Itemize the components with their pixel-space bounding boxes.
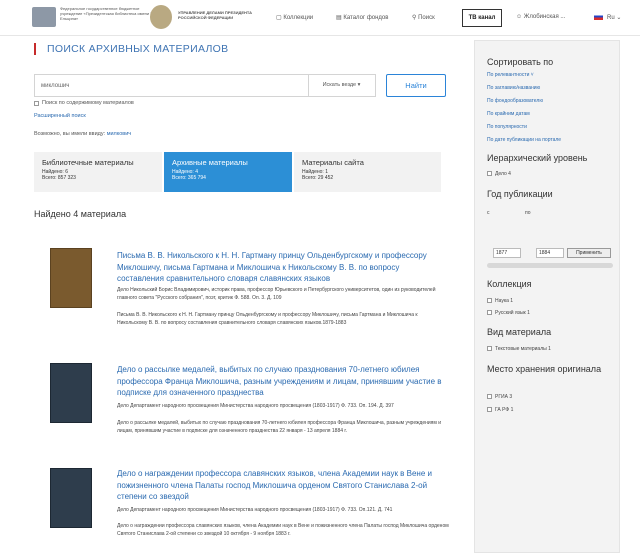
year-heading: Год публикации: [487, 189, 553, 199]
hierarchy-heading: Иерархический уровень: [487, 153, 588, 163]
result-meta: Дело Департамент народного просвещения М…: [117, 507, 393, 513]
search-input[interactable]: миклошич: [34, 74, 309, 97]
language-selector[interactable]: Ru ⌄: [607, 14, 621, 21]
result-description: Дело о рассылке медалей, выбитых по случ…: [117, 420, 441, 434]
nav-catalog[interactable]: ▤ Каталог фондов: [336, 14, 388, 21]
result-description: Письма В. В. Никольского к Н. Н. Гартман…: [117, 312, 418, 326]
result-description: Дело о награждении профессора славянских…: [117, 523, 449, 537]
suggestion-link[interactable]: милкович: [107, 131, 131, 137]
apply-year-button[interactable]: Применить: [567, 248, 611, 258]
checkbox[interactable]: [487, 171, 492, 176]
year-to-label: по: [525, 210, 531, 216]
admin-name: УПРАВЛЕНИЕ ДЕЛАМИ ПРЕЗИДЕНТА РОССИЙСКОЙ …: [178, 10, 252, 20]
checkbox[interactable]: [487, 310, 492, 315]
result-meta: Дело Департамент народного просвещения М…: [117, 403, 394, 409]
nav-collections[interactable]: ▢ Коллекции: [276, 14, 313, 21]
year-from-input[interactable]: 1877: [493, 248, 521, 258]
storage-heading: Место хранения оригинала: [487, 364, 602, 374]
collection-filter-item[interactable]: Русский язык 1: [487, 310, 530, 316]
sort-fund-creator[interactable]: По фондообразователю: [487, 98, 543, 104]
collection-filter-item[interactable]: Наука 1: [487, 298, 513, 304]
filter-sidebar: Сортировать по По релевантности ˅ По заг…: [474, 40, 620, 553]
material-type-heading: Вид материала: [487, 327, 552, 337]
storage-filter-item[interactable]: РГИА 3: [487, 394, 512, 400]
result-title[interactable]: Дело о рассылке медалей, выбитых по случ…: [117, 364, 447, 399]
checkbox[interactable]: [487, 298, 492, 303]
checkbox[interactable]: [487, 394, 492, 399]
nav-search[interactable]: ⚲ Поиск: [412, 14, 435, 21]
tab-library-total: Всего: 857 323: [42, 175, 76, 181]
advanced-search-link[interactable]: Расширенный поиск: [34, 113, 86, 119]
year-to-input[interactable]: 1884: [536, 248, 564, 258]
tab-site[interactable]: Материалы сайта Найдено: 1 Всего: 29 452: [294, 152, 441, 192]
top-bar: Федеральное государственное бюджетное уч…: [0, 0, 640, 36]
collection-heading: Коллекция: [487, 279, 532, 289]
sort-dates[interactable]: По крайним датам: [487, 111, 530, 117]
library-logo[interactable]: [32, 7, 56, 27]
tab-archive-label: Архивные материалы: [172, 158, 248, 167]
sort-title[interactable]: По заглавию/названию: [487, 85, 540, 91]
tab-archive[interactable]: Архивные материалы Найдено: 4 Всего: 365…: [164, 152, 292, 192]
sort-relevance[interactable]: По релевантности ˅: [487, 72, 534, 78]
sort-popularity[interactable]: По популярности: [487, 124, 527, 130]
result-thumbnail[interactable]: [50, 248, 92, 308]
result-thumbnail[interactable]: [50, 468, 92, 528]
result-title[interactable]: Дело о награждении профессора славянских…: [117, 468, 447, 503]
tab-library[interactable]: Библиотечные материалы Найдено: 6 Всего:…: [34, 152, 162, 192]
ru-flag-icon[interactable]: [594, 13, 603, 20]
result-meta: Дело Никольский Борис Владимирович, исто…: [117, 287, 436, 301]
year-range-slider[interactable]: [487, 263, 613, 268]
tab-library-label: Библиотечные материалы: [42, 158, 134, 167]
result-title[interactable]: Письма В. В. Никольского к Н. Н. Гартман…: [117, 250, 447, 285]
tab-archive-total: Всего: 365 794: [172, 175, 206, 181]
year-from-label: с: [487, 210, 490, 216]
hierarchy-filter-item[interactable]: Дело 4: [487, 171, 511, 177]
tv-channel-button[interactable]: ТВ канал: [462, 9, 502, 27]
tab-site-label: Материалы сайта: [302, 158, 364, 167]
sort-heading: Сортировать по: [487, 57, 554, 67]
content-search-checkbox[interactable]: [34, 101, 39, 106]
material-type-filter-item[interactable]: Текстовые материалы 1: [487, 346, 551, 352]
checkbox[interactable]: [487, 407, 492, 412]
find-button[interactable]: Найти: [386, 74, 446, 97]
suggestion: Возможно, вы имели ввиду: милкович: [34, 131, 132, 137]
user-menu[interactable]: ☺ Жлобинская ...: [516, 14, 565, 20]
sort-publish-date[interactable]: По дате публикации на портале: [487, 137, 561, 143]
page-title: ПОИСК АРХИВНЫХ МАТЕРИАЛОВ: [47, 43, 229, 55]
tab-site-total: Всего: 29 452: [302, 175, 334, 181]
checkbox[interactable]: [487, 346, 492, 351]
result-thumbnail[interactable]: [50, 363, 92, 423]
content-search-label: Поиск по содержимому материалов: [42, 100, 134, 106]
result-tabs: Библиотечные материалы Найдено: 6 Всего:…: [34, 152, 441, 192]
title-accent: [34, 43, 36, 55]
storage-filter-item[interactable]: ГА РФ 1: [487, 407, 513, 413]
emblem-logo[interactable]: [150, 5, 172, 29]
results-count: Найдено 4 материала: [34, 209, 127, 219]
library-name: Федеральное государственное бюджетное уч…: [60, 6, 158, 21]
search-scope-select[interactable]: Искать везде ▾: [308, 74, 376, 97]
